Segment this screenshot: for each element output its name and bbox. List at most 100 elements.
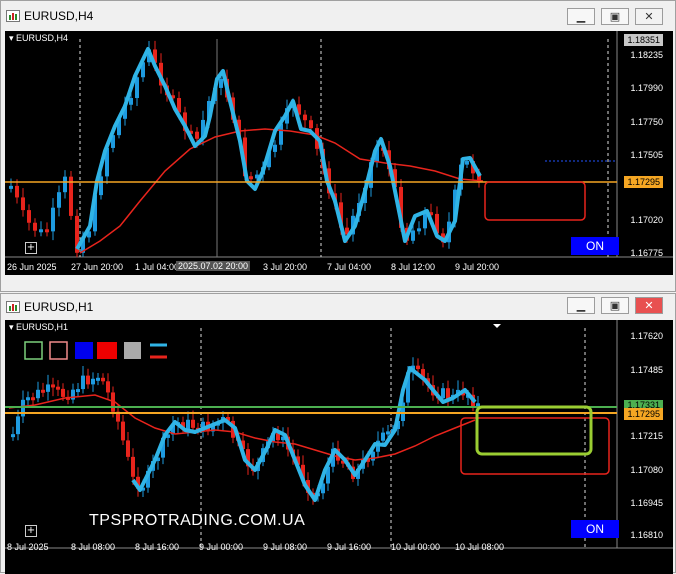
candle-body — [86, 375, 90, 385]
candle-body — [15, 185, 19, 198]
chart-symbol-label: ▾ EURUSD,H4 — [9, 33, 68, 44]
red-zone-rect[interactable] — [460, 417, 610, 475]
symbol-text: EURUSD,H4 — [16, 33, 69, 43]
price-label: 1.16810 — [630, 530, 663, 540]
candle-body — [36, 389, 40, 399]
candle-body — [417, 228, 421, 232]
candle-body — [129, 98, 133, 105]
time-label: 27 Jun 20:00 — [71, 262, 124, 272]
time-label: 10 Jul 08:00 — [455, 542, 505, 552]
candle-body — [386, 431, 390, 435]
time-label: 8 Jul 08:00 — [71, 542, 116, 552]
close-icon: ✕ — [644, 299, 654, 312]
candle-body — [195, 131, 199, 139]
candle-body — [21, 197, 25, 211]
time-label: 3 Jul 20:00 — [263, 262, 308, 272]
candle-body — [106, 381, 110, 393]
current-price-tag: 1.17295 — [624, 176, 663, 188]
on-button[interactable]: ON — [571, 520, 619, 538]
price-chart[interactable]: ▾ EURUSD,H1 1.17620 1.17485 1.17331 1.17… — [5, 320, 673, 574]
minimize-icon: ▁ — [576, 10, 586, 23]
crosshair-time-label: 2025.07.02 20:00 — [176, 261, 251, 271]
candle-body — [121, 421, 125, 441]
red-rect-tool[interactable] — [49, 341, 68, 360]
gray-fill-tool[interactable] — [124, 342, 141, 359]
expand-plus-icon[interactable]: + — [25, 525, 37, 537]
time-label: 7 Jul 04:00 — [327, 262, 372, 272]
candle-body — [16, 416, 20, 435]
candle-body — [46, 384, 50, 392]
candle-body — [56, 386, 60, 390]
close-button[interactable]: ✕ — [635, 8, 663, 25]
candle-body — [45, 229, 49, 233]
candle-body — [441, 388, 445, 399]
candle-body — [101, 377, 105, 382]
candle-body — [465, 161, 469, 165]
candle-body — [91, 378, 95, 385]
candle-body — [39, 229, 43, 233]
time-label: 26 Jun 2025 — [7, 262, 57, 272]
window-title: EURUSD,H1 — [24, 300, 94, 314]
maximize-button[interactable]: ▣ — [601, 297, 629, 314]
candle-body — [131, 456, 135, 477]
candle-body — [219, 78, 223, 88]
green-rect-tool[interactable] — [24, 341, 43, 360]
time-label: 1 Jul 04:00 — [135, 262, 180, 272]
candle-body — [126, 440, 130, 457]
candle-body — [61, 388, 65, 397]
price-label: 1.17080 — [630, 465, 663, 475]
triangle-down-icon: ▾ — [9, 322, 14, 332]
candle-body — [309, 120, 313, 129]
time-label: 8 Jul 12:00 — [391, 262, 436, 272]
title-bar[interactable]: EURUSD,H1 ▁ ▣ ✕ — [1, 294, 675, 320]
red-fill-tool[interactable] — [97, 342, 117, 359]
candle-body — [63, 176, 67, 193]
maximize-icon: ▣ — [609, 299, 621, 312]
chart-window-h1[interactable]: EURUSD,H1 ▁ ▣ ✕ ▾ EURUSD,H1 1.17620 1.17… — [0, 293, 676, 574]
close-icon: ✕ — [644, 10, 654, 23]
triangle-down-icon: ▾ — [9, 33, 14, 43]
candle-body — [381, 432, 385, 441]
candle-body — [51, 207, 55, 232]
candle-body — [416, 365, 420, 370]
time-label: 9 Jul 00:00 — [199, 542, 244, 552]
maximize-button[interactable]: ▣ — [601, 8, 629, 25]
time-label: 8 Jul 2025 — [7, 542, 49, 552]
price-label: 1.17215 — [630, 431, 663, 441]
green-zone-rect[interactable] — [475, 405, 593, 456]
price-chart[interactable]: ▾ EURUSD,H4 1.18351 1.18235 1.17990 1.17… — [5, 31, 673, 275]
candle-body — [33, 222, 37, 231]
price-label: 1.17505 — [630, 150, 663, 160]
candle-body — [76, 389, 80, 393]
blue-fill-tool[interactable] — [75, 342, 93, 359]
minimize-button[interactable]: ▁ — [567, 8, 595, 25]
maximize-icon: ▣ — [609, 10, 621, 23]
expand-plus-icon[interactable]: + — [25, 242, 37, 254]
minimize-button[interactable]: ▁ — [567, 297, 595, 314]
candle-body — [273, 144, 277, 152]
time-label: 9 Jul 20:00 — [455, 262, 500, 272]
minimize-icon: ▁ — [576, 299, 586, 312]
candle-body — [186, 419, 190, 430]
price-label: 1.17020 — [630, 215, 663, 225]
candle-body — [11, 434, 15, 438]
candle-body — [27, 210, 31, 223]
candle-body — [249, 176, 253, 180]
price-label: 1.18235 — [630, 50, 663, 60]
candlesticks — [11, 357, 480, 505]
drawing-toolbar[interactable] — [24, 341, 167, 360]
chart-window-h4[interactable]: EURUSD,H4 ▁ ▣ ✕ ▾ EURUSD,H4 1.18351 1.18… — [0, 0, 676, 292]
on-button[interactable]: ON — [571, 237, 619, 255]
candle-body — [57, 192, 61, 208]
candle-body — [41, 389, 45, 393]
symbol-text: EURUSD,H1 — [16, 322, 69, 332]
title-bar[interactable]: EURUSD,H4 ▁ ▣ ✕ — [1, 1, 675, 31]
price-label: 1.16945 — [630, 498, 663, 508]
close-button[interactable]: ✕ — [635, 297, 663, 314]
candle-body — [476, 403, 480, 407]
price-label: 1.17990 — [630, 83, 663, 93]
candle-body — [26, 397, 30, 401]
candle-body — [191, 419, 195, 428]
time-label: 10 Jul 00:00 — [391, 542, 441, 552]
time-label: 8 Jul 16:00 — [135, 542, 180, 552]
